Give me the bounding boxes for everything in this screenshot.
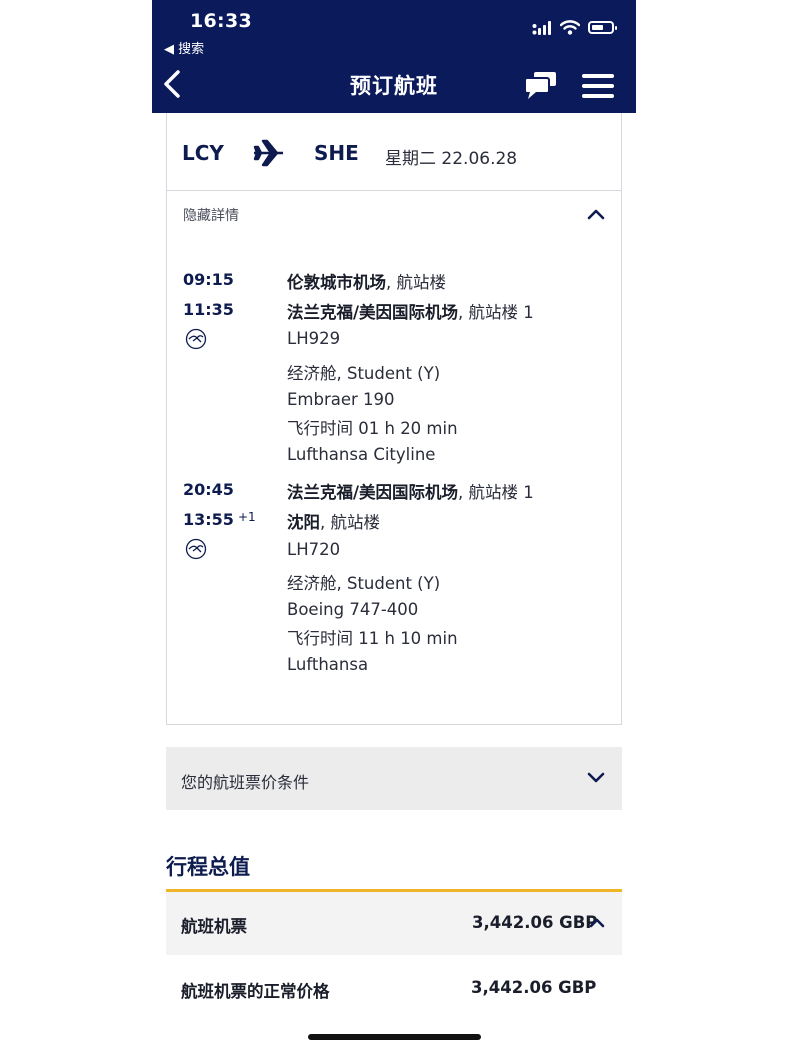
lufthansa-crane-icon [185, 328, 207, 350]
home-indicator[interactable] [308, 1034, 481, 1040]
back-to-search-link[interactable]: ◀ 搜索 [164, 38, 204, 57]
fare-conditions-label: 您的航班票价条件 [181, 773, 310, 792]
segment-1-departure-time: 09:15 [183, 270, 234, 289]
destination-code: SHE [314, 141, 359, 165]
battery-icon [588, 21, 617, 34]
segment-2-departure-airport: 法兰克福/美因国际机场, 航站楼 1 [287, 483, 534, 502]
segment-1-flight-number: LH929 [287, 329, 341, 348]
cellular-signal-icon [532, 20, 551, 35]
segment-2-aircraft: Boeing 747-400 [287, 600, 419, 619]
day-offset-badge: +1 [237, 510, 256, 524]
chevron-down-icon[interactable] [587, 772, 605, 784]
trip-total-title: 行程总值 [166, 855, 250, 879]
regular-price-label: 航班机票的正常价格 [181, 982, 330, 1001]
chevron-up-icon[interactable] [589, 917, 605, 928]
ticket-price-row[interactable]: 航班机票 3,442.06 GBP [166, 892, 622, 955]
segment-2-departure-time: 20:45 [183, 480, 234, 499]
segment-1-duration: 飞行时间 01 h 20 min [287, 419, 458, 438]
status-icons [532, 20, 617, 35]
airplane-icon [253, 139, 283, 167]
fare-conditions-accordion[interactable]: 您的航班票价条件 [166, 747, 622, 810]
segment-2-arrival-airport: 沈阳, 航站楼 [287, 513, 380, 532]
route-header: LCY SHE 星期二 22.06.28 [167, 113, 621, 191]
segment-1-departure-airport: 伦敦城市机场, 航站楼 [287, 273, 446, 292]
hamburger-menu-icon[interactable] [582, 74, 614, 104]
page-title: 预订航班 [350, 74, 438, 98]
chat-icon[interactable] [524, 72, 558, 100]
hide-details-toggle[interactable]: 隐藏詳情 [183, 205, 239, 225]
segment-2-flight-number: LH720 [287, 540, 341, 559]
segment-1-operator: Lufthansa Cityline [287, 445, 436, 464]
segment-1-aircraft: Embraer 190 [287, 390, 395, 409]
ticket-value: 3,442.06 GBP [472, 913, 598, 932]
segment-2-operator: Lufthansa [287, 655, 369, 674]
flight-details-card: LCY SHE 星期二 22.06.28 隐藏詳情 09:15 伦敦城市机场, … [166, 113, 622, 725]
segment-1-arrival-airport: 法兰克福/美因国际机场, 航站楼 1 [287, 303, 534, 322]
top-bar: 16:33 ◀ 搜索 预订航班 [152, 0, 636, 113]
segment-2-arrival-time: 13:55 +1 [183, 510, 256, 529]
wifi-icon [560, 20, 580, 35]
segment-2-cabin: 经济舱, Student (Y) [287, 574, 441, 593]
segment-1-arrival-time: 11:35 [183, 300, 234, 319]
origin-code: LCY [182, 141, 224, 165]
segment-2-duration: 飞行时间 11 h 10 min [287, 629, 458, 648]
ticket-label: 航班机票 [181, 917, 247, 936]
chevron-up-icon[interactable] [587, 208, 605, 220]
regular-price-value: 3,442.06 GBP [471, 978, 597, 997]
lufthansa-crane-icon [185, 538, 207, 560]
flight-date: 星期二 22.06.28 [385, 149, 518, 169]
segment-1-cabin: 经济舱, Student (Y) [287, 364, 441, 383]
status-time: 16:33 [190, 10, 252, 32]
